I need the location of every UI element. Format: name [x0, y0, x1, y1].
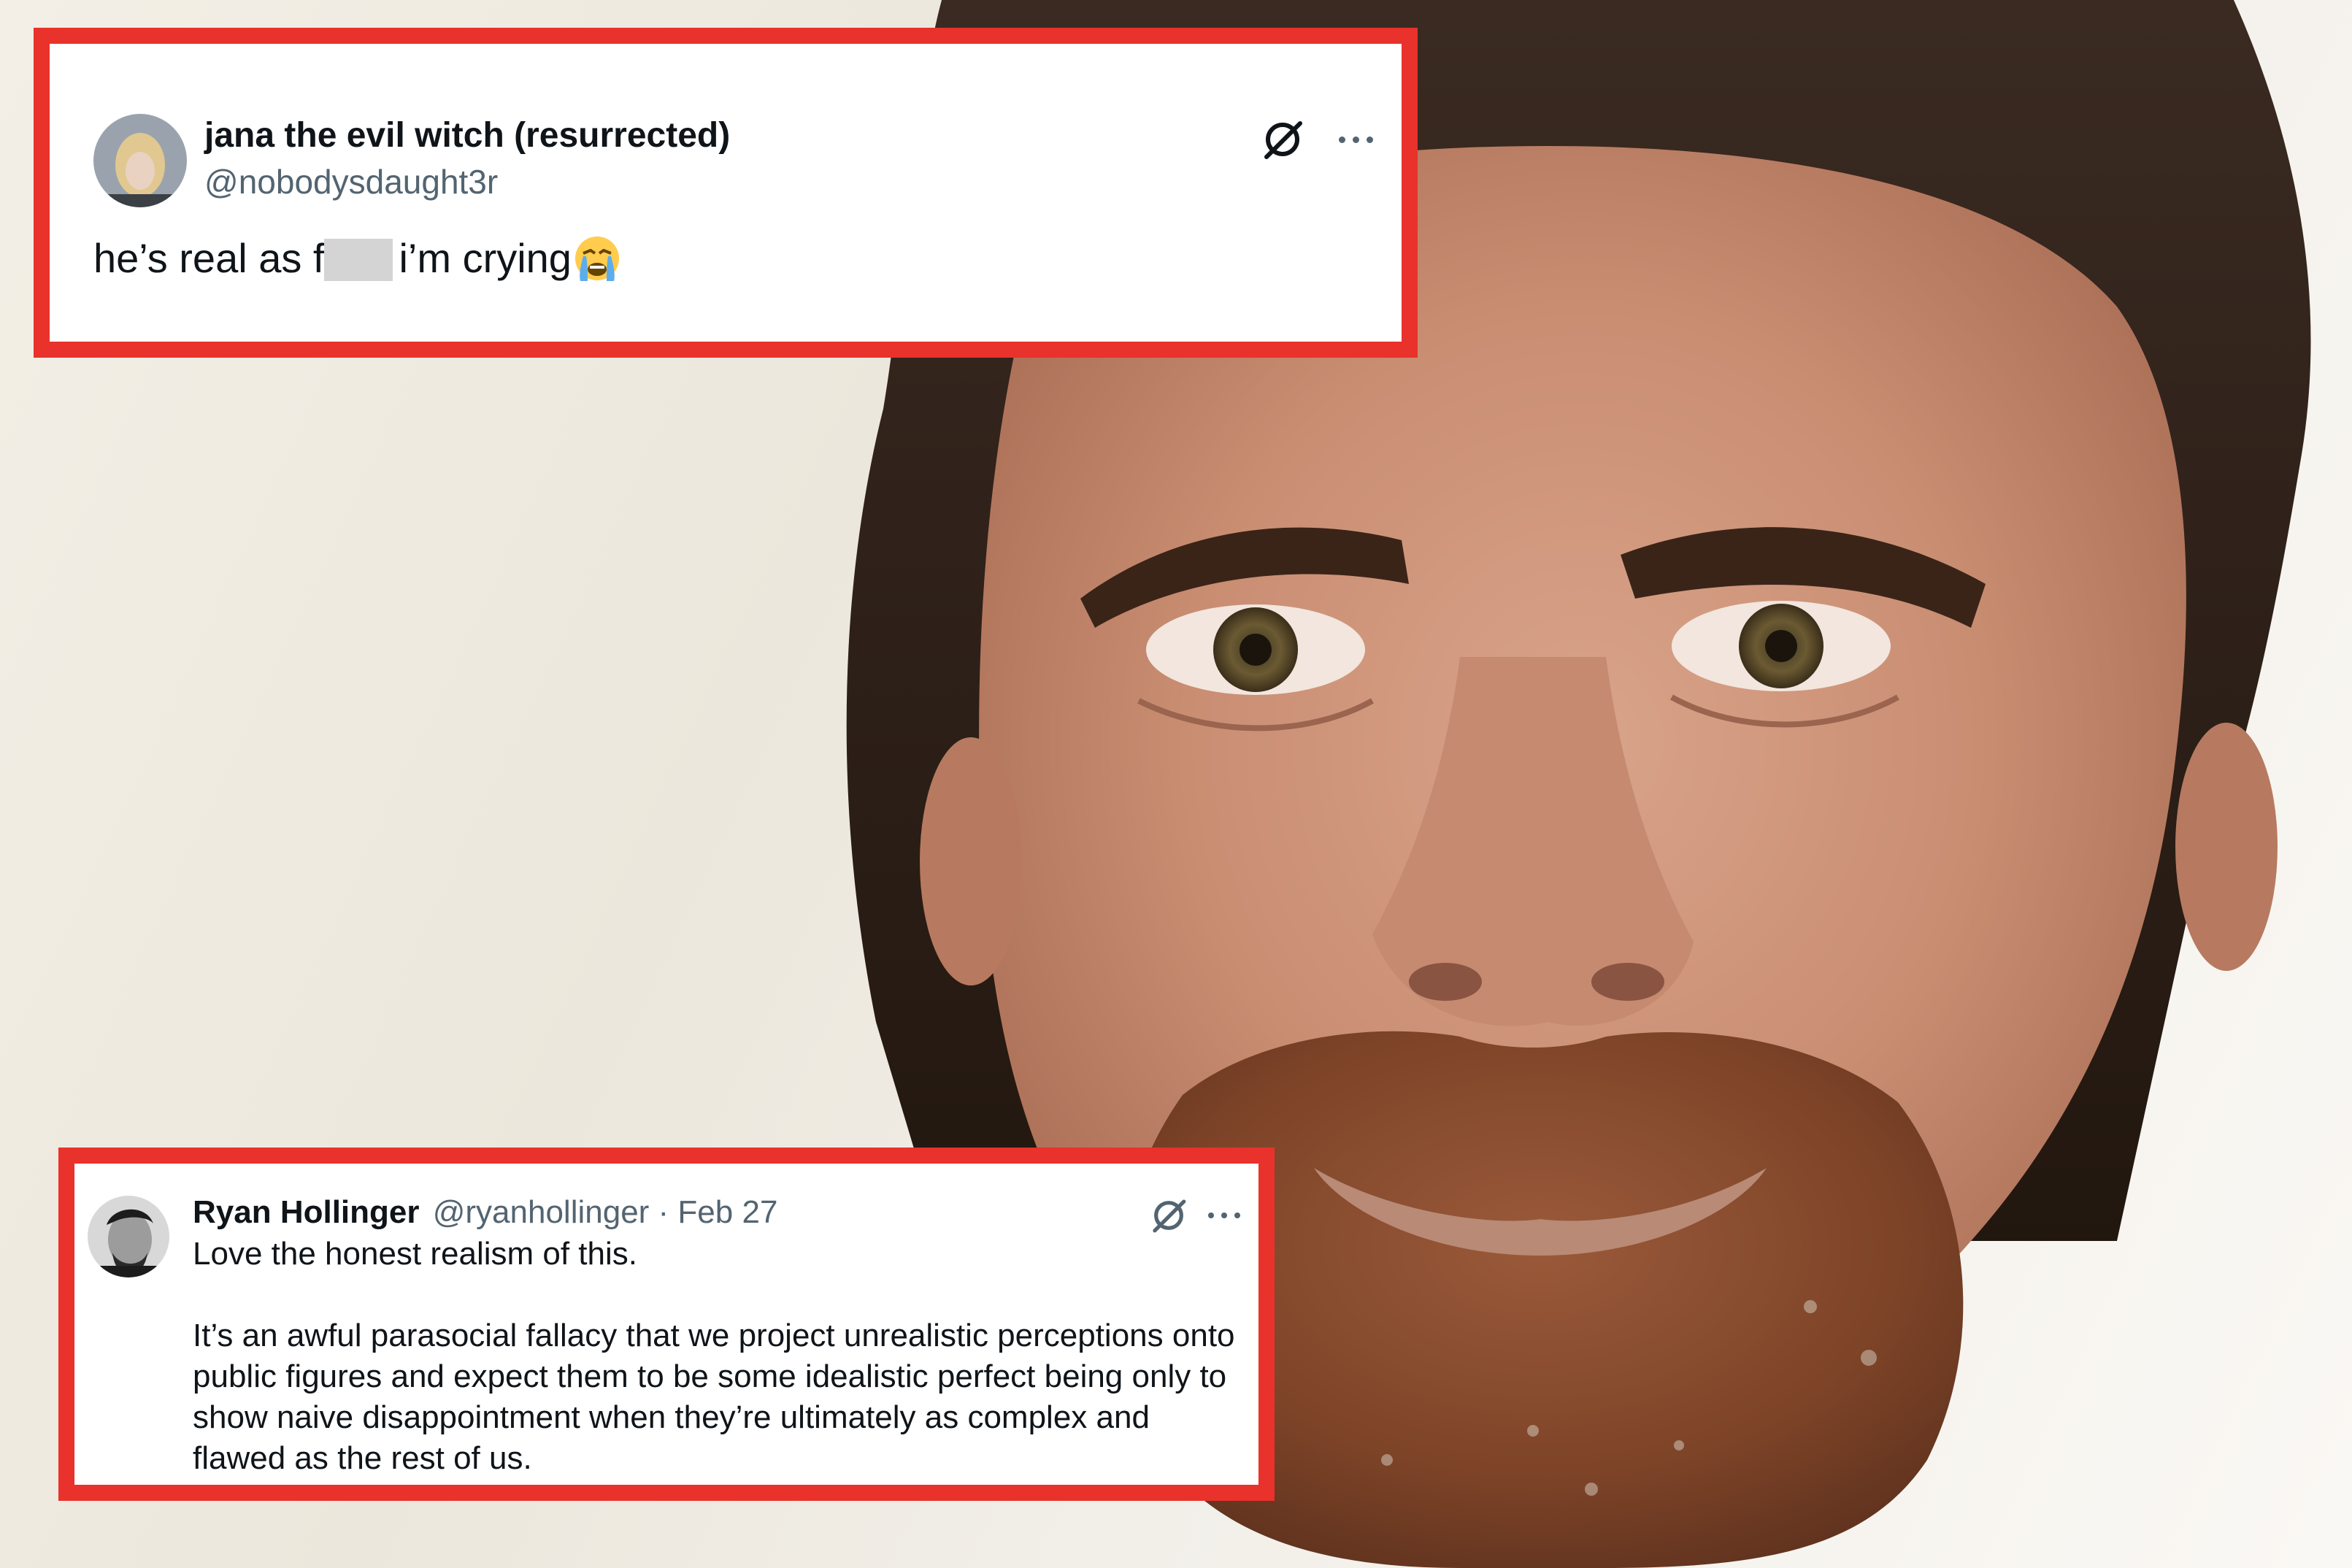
- tweet-card-bottom: Ryan Hollinger @ryanhollinger · Feb 27 L…: [58, 1148, 1275, 1501]
- composite-image: jana the evil witch (resurrected) @nobod…: [0, 0, 2352, 1568]
- grok-icon[interactable]: [1148, 1194, 1190, 1237]
- tweet-text-end: i’m crying: [399, 235, 572, 281]
- avatar[interactable]: [93, 114, 187, 207]
- user-handle[interactable]: @nobodysdaught3r: [204, 161, 498, 203]
- avatar-image: [88, 1196, 169, 1277]
- user-handle-date[interactable]: @ryanhollinger · Feb 27: [433, 1194, 778, 1230]
- tweet-text-line1: Love the honest realism of this.: [193, 1236, 637, 1272]
- avatar[interactable]: [88, 1196, 169, 1277]
- display-name[interactable]: jana the evil witch (resurrected): [204, 114, 730, 158]
- avatar-image: [93, 114, 187, 207]
- tweet-text-start: he’s real as f: [93, 235, 325, 281]
- loudly-crying-face-icon: [573, 234, 621, 298]
- more-options-icon[interactable]: [1331, 115, 1380, 164]
- tweet-header: Ryan Hollinger @ryanhollinger · Feb 27: [193, 1191, 777, 1234]
- censor-block: [324, 239, 393, 281]
- tweet-card-top: jana the evil witch (resurrected) @nobod…: [34, 28, 1418, 358]
- grok-icon[interactable]: [1258, 115, 1307, 164]
- display-name[interactable]: Ryan Hollinger: [193, 1194, 420, 1230]
- more-options-icon[interactable]: [1203, 1194, 1245, 1237]
- tweet-text: he’s real as f i’m crying: [93, 229, 621, 298]
- tweet-text-paragraph: It’s an awful parasocial fallacy that we…: [193, 1318, 1235, 1476]
